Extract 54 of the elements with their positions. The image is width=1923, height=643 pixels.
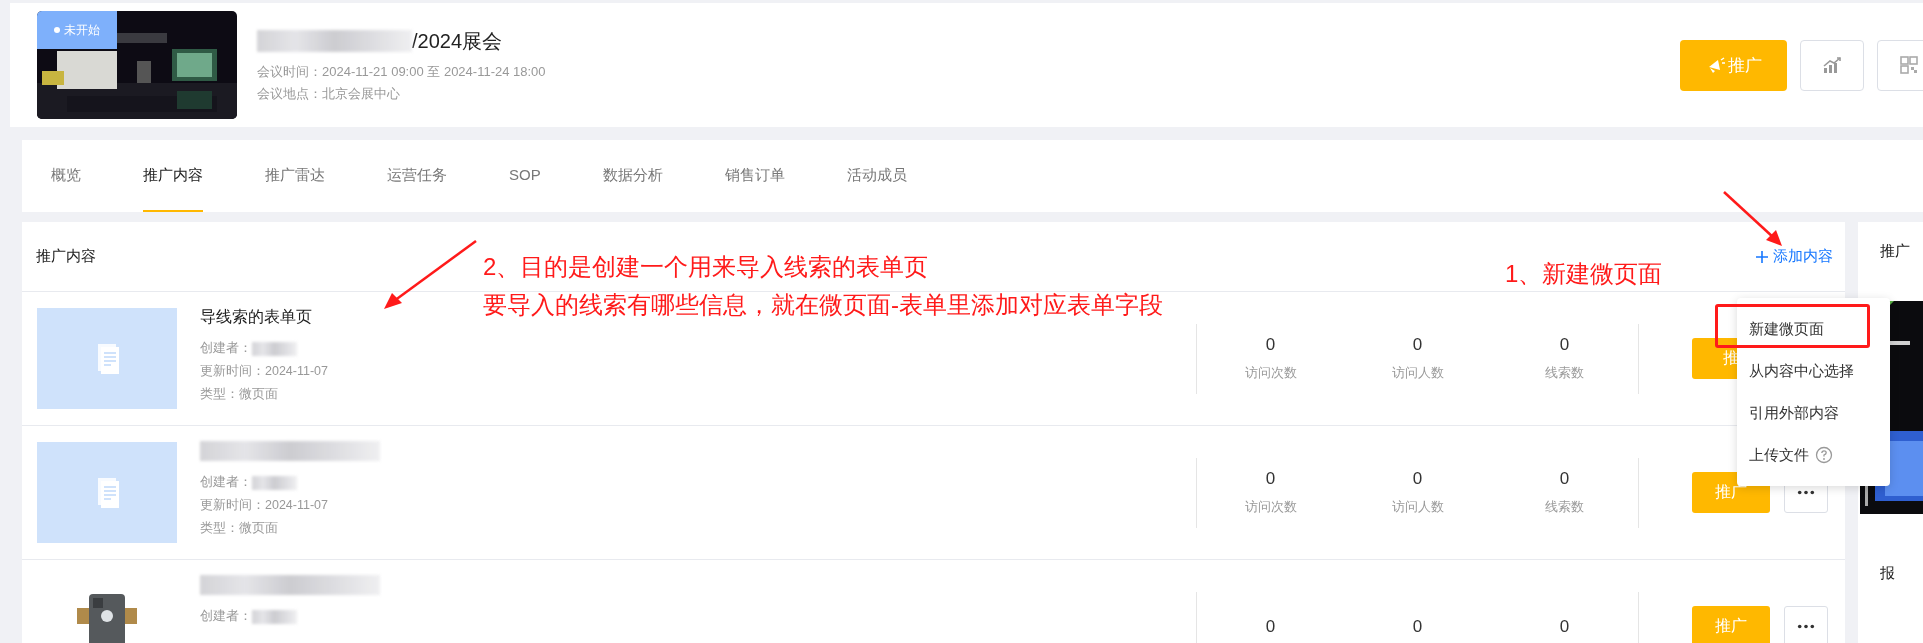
more-button[interactable] (1784, 606, 1828, 643)
arrow (1722, 190, 1784, 248)
stat-value: 0 (1412, 335, 1423, 355)
content-meta: 更新时间：2024-11-07 (200, 497, 329, 514)
more-icon (1797, 624, 1815, 629)
stat-value: 0 (1559, 616, 1570, 637)
stat-label: 访问次数 (1244, 499, 1297, 516)
stat-value: 0 (1412, 469, 1423, 489)
stat-value: 0 (1559, 335, 1570, 355)
tab[interactable]: 推广内容 (143, 140, 203, 212)
stat-label: 线索数 (1545, 499, 1584, 516)
stat-value: 0 (1265, 616, 1276, 637)
section-title: 推广内容 (36, 247, 96, 266)
stat-label: 访问次数 (1244, 365, 1297, 382)
chart-button[interactable] (1800, 39, 1864, 91)
stat-value: 0 (1265, 335, 1276, 355)
event-meta: 会议地点：北京会展中心 (257, 84, 401, 103)
creator-label: 创建者： (200, 340, 252, 357)
add-content-link[interactable]: 添加内容 (1755, 247, 1833, 266)
content-meta: 更新时间：2024-11-07 (200, 363, 328, 380)
stat-value: 0 (1412, 616, 1423, 637)
tab[interactable]: 销售订单 (724, 140, 785, 212)
redacted-text (252, 341, 297, 356)
tab[interactable]: SOP (509, 140, 541, 212)
redacted-text (252, 609, 297, 624)
stat-label: 访问人数 (1391, 499, 1444, 516)
chart-icon (1822, 55, 1842, 75)
creator-label: 创建者： (200, 608, 252, 625)
event-meta: 会议时间：2024-11-21 09:00 至 2024-11-24 18:00 (257, 62, 546, 81)
qr-code-button[interactable] (1877, 39, 1923, 91)
tab[interactable]: 运营任务 (387, 140, 447, 212)
status-badge: 未开始 (37, 11, 117, 49)
event-title: /2024展会 (412, 28, 503, 54)
annotation-text: 1、新建微页面 (1505, 259, 1663, 289)
redacted-text (252, 475, 297, 490)
annotation-text: 2、目的是创建一个用来导入线索的表单页 要导入的线索有哪些信息，就在微页面-表单里添加对应表单字段 (483, 252, 1163, 320)
side-title: 推广 (1880, 242, 1911, 261)
tab[interactable]: 概览 (51, 140, 81, 212)
tab[interactable]: 推广雷达 (265, 140, 325, 212)
tab[interactable]: 数据分析 (602, 140, 663, 212)
menu-item[interactable]: 引用外部内容 (1737, 392, 1890, 434)
content-title: 导线索的表单页 (200, 307, 313, 327)
creator-label: 创建者： (200, 474, 252, 491)
stat-label: 访问人数 (1391, 365, 1444, 382)
content-meta: 类型：微页面 (200, 386, 279, 403)
stat-value: 0 (1265, 469, 1276, 489)
side-caption: 报 (1880, 564, 1896, 583)
stat-label: 线索数 (1545, 365, 1584, 382)
more-icon (1797, 490, 1815, 495)
qr-code-icon (1899, 55, 1919, 75)
content-meta: 类型：微页面 (200, 520, 279, 537)
stat-value: 0 (1559, 469, 1570, 489)
tab[interactable]: 活动成员 (846, 140, 907, 212)
plus-icon (1755, 249, 1769, 264)
